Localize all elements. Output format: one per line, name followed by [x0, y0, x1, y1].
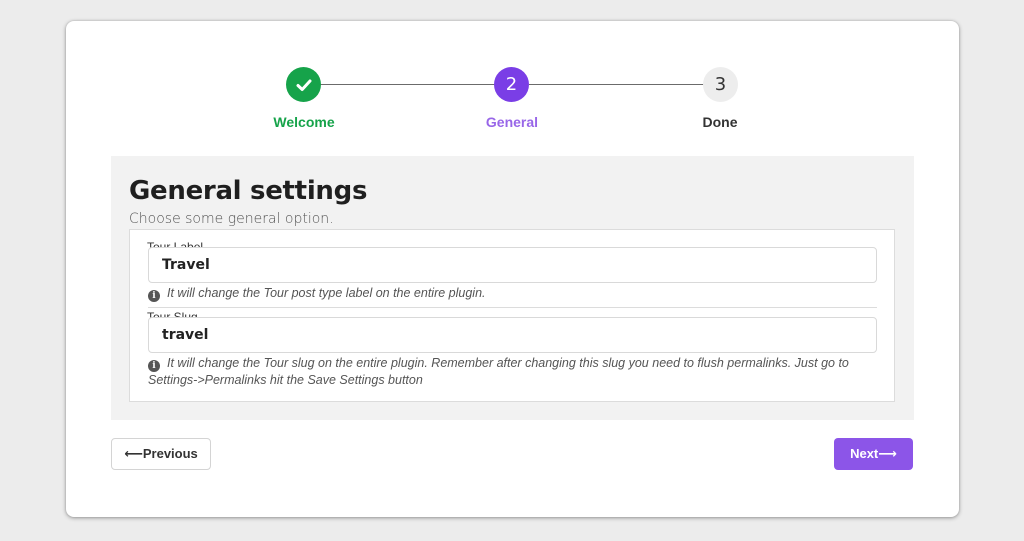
tour-slug-input[interactable]: travel — [148, 317, 877, 353]
check-icon — [296, 79, 311, 91]
step-general-circle[interactable]: 2 — [494, 67, 529, 102]
step-connector-1 — [303, 84, 495, 85]
setup-wizard-card: Welcome 2 General 3 Done General setting… — [66, 21, 959, 517]
settings-fields: Tour Label Travel i It will change the To… — [129, 229, 895, 402]
field-divider — [148, 307, 877, 308]
step-general-label: General — [485, 114, 539, 130]
tour-label-help: i It will change the Tour post type label… — [148, 285, 868, 302]
general-settings-panel: General settings Choose some general opt… — [111, 156, 914, 420]
step-connector-2 — [529, 84, 704, 85]
page-subtitle: Choose some general option. — [129, 211, 334, 227]
info-icon: i — [148, 290, 160, 302]
info-icon: i — [148, 360, 160, 372]
step-welcome-circle[interactable] — [286, 67, 321, 102]
previous-button[interactable]: ⟵Previous — [111, 438, 211, 470]
step-done-number: 3 — [714, 74, 727, 95]
tour-slug-help-text: It will change the Tour slug on the enti… — [148, 356, 849, 387]
tour-slug-help: i It will change the Tour slug on the ent… — [148, 355, 868, 388]
tour-label-help-text: It will change the Tour post type label … — [167, 286, 486, 300]
page-title: General settings — [129, 176, 368, 206]
tour-label-input[interactable]: Travel — [148, 247, 877, 283]
step-done-circle[interactable]: 3 — [703, 67, 738, 102]
next-button[interactable]: Next⟶ — [834, 438, 913, 470]
step-general-number: 2 — [505, 74, 518, 95]
step-done-label: Done — [702, 114, 738, 130]
step-welcome-label: Welcome — [273, 114, 335, 130]
